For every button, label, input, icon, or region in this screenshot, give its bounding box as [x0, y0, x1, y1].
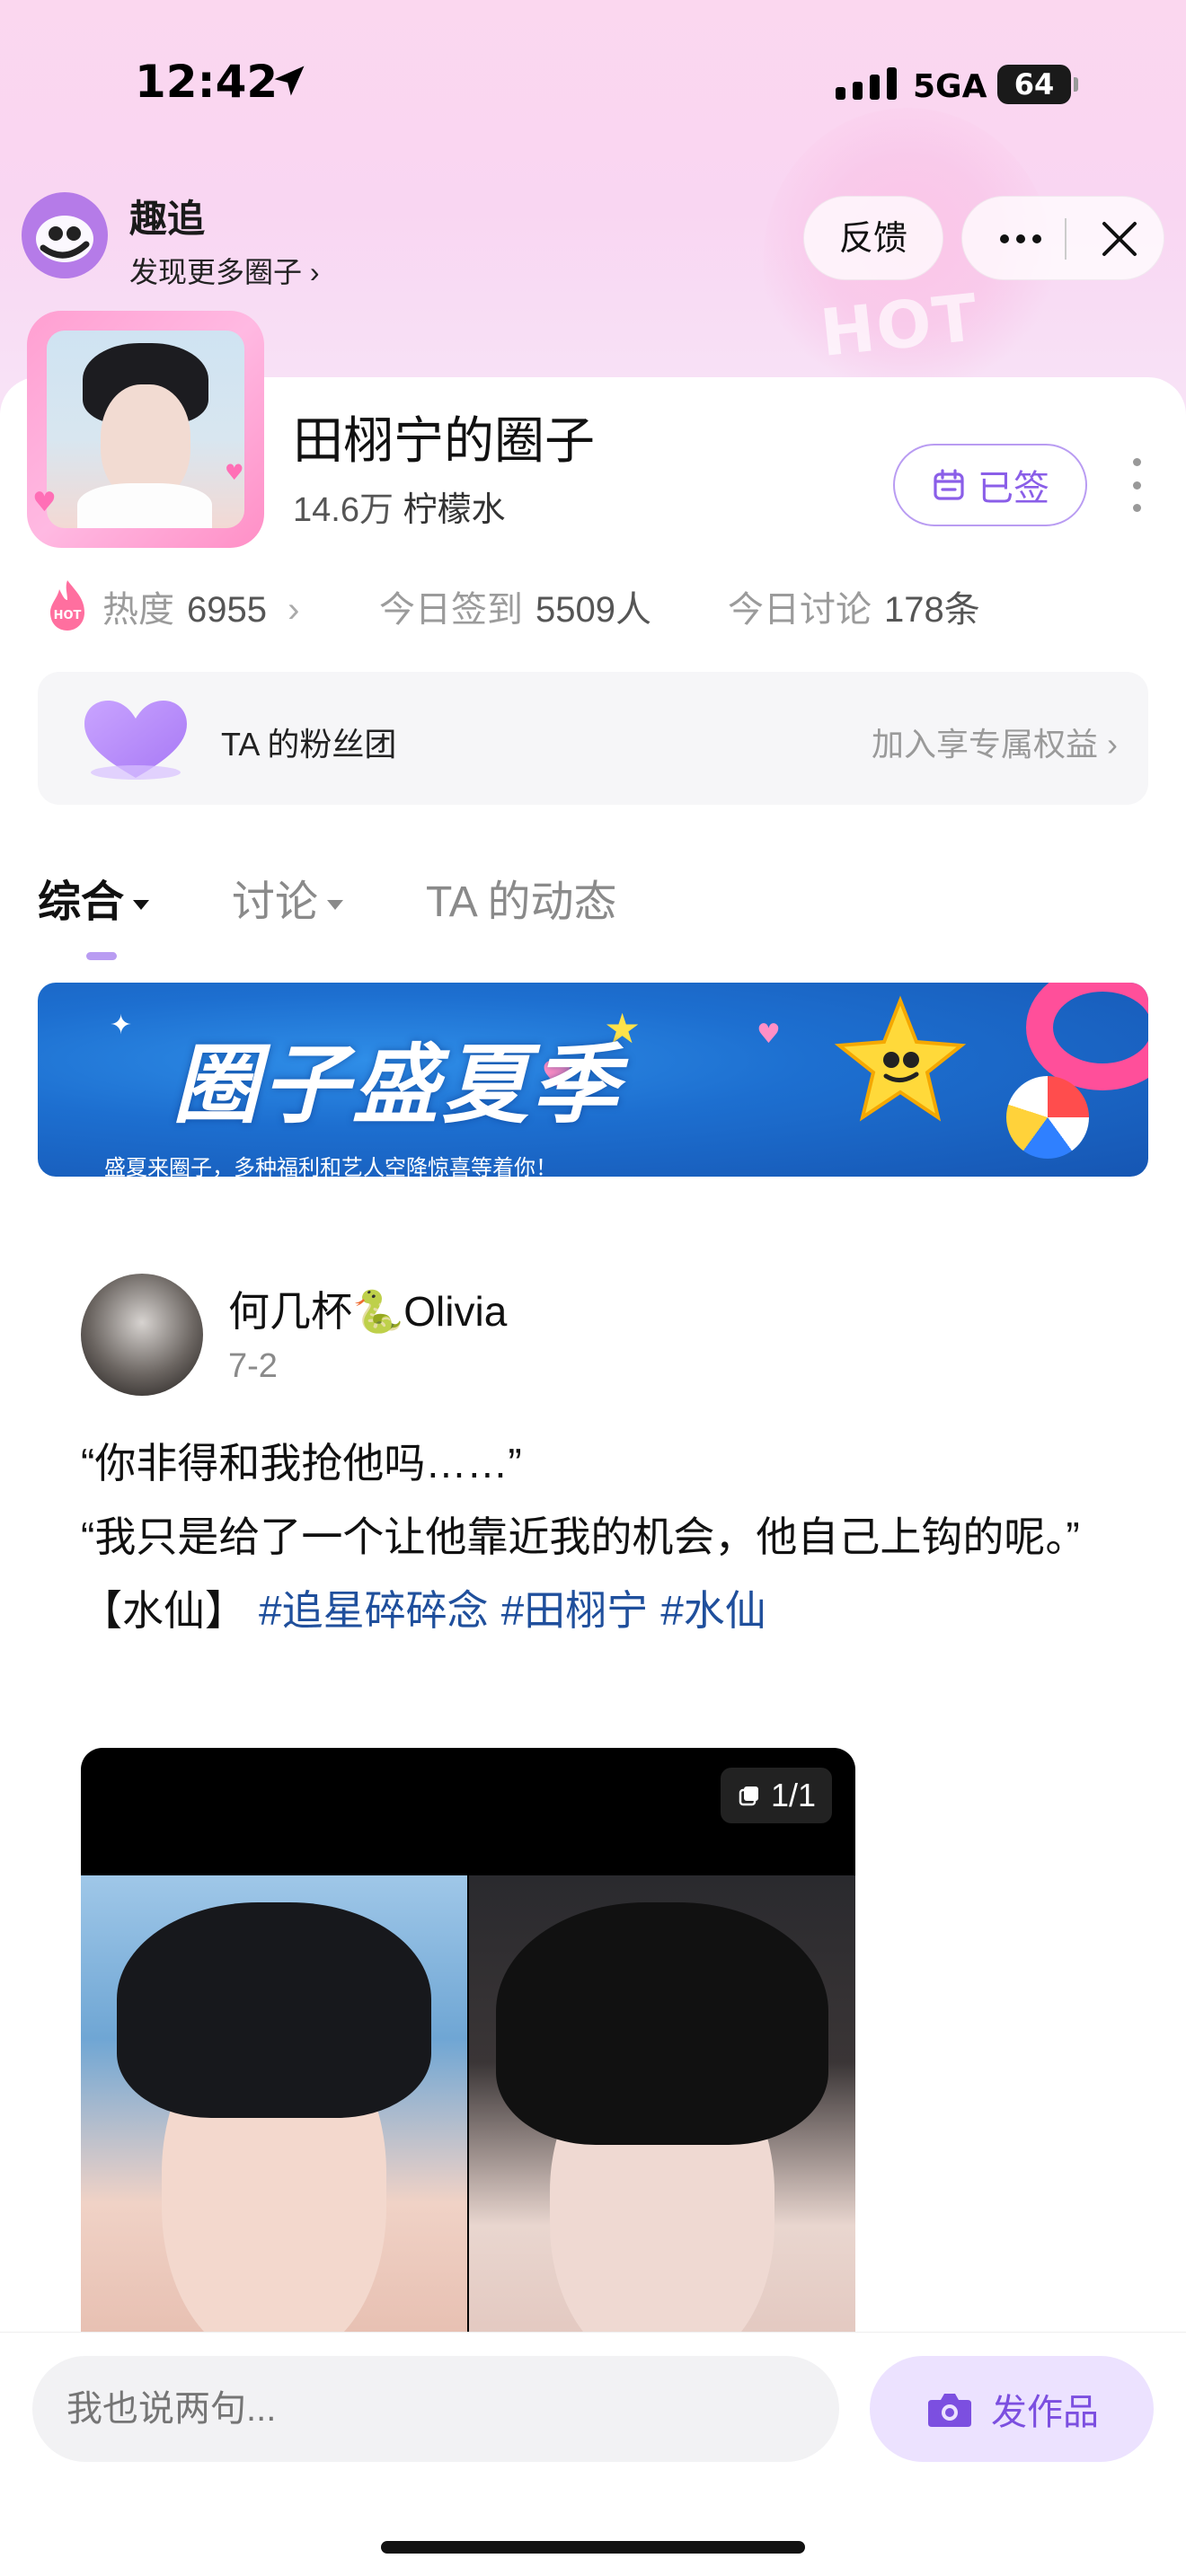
app-name: 趣追: [129, 198, 206, 240]
heart-decoration-icon: ♥: [32, 487, 57, 518]
post-author-avatar[interactable]: [81, 1274, 203, 1396]
chevron-right-icon: ›: [288, 590, 300, 630]
tab-active-indicator: [86, 952, 117, 960]
more-icon[interactable]: [989, 197, 1052, 281]
fanclub-row[interactable]: TA 的粉丝团 加入享专属权益 ›: [38, 672, 1148, 805]
heat-value: 6955: [187, 590, 267, 630]
topic-tag[interactable]: #追星碎碎念: [259, 1587, 489, 1634]
close-icon[interactable]: [1088, 197, 1151, 281]
bottom-action-bar: 发作品: [0, 2332, 1186, 2576]
post-line: “你非得和我抢他吗……”: [81, 1440, 522, 1486]
network-type: 5GA: [913, 68, 987, 105]
fanclub-join-link[interactable]: 加入享专属权益 ›: [872, 719, 1118, 765]
tab-ta-updates[interactable]: TA 的动态: [426, 866, 616, 929]
circle-avatar[interactable]: ♥ ♥: [27, 311, 264, 548]
post-card[interactable]: 何几杯🐍Olivia 7-2 “你非得和我抢他吗……” “我只是给了一个让他靠近…: [32, 1223, 1154, 2391]
publish-work-label: 发作品: [991, 2393, 1099, 2432]
star-icon: ✦: [110, 1010, 133, 1041]
caret-down-icon: [327, 899, 344, 910]
miniapp-capsule: [961, 196, 1164, 280]
camera-icon: [928, 2394, 971, 2427]
heart-decoration-icon: ♥: [225, 460, 244, 485]
location-arrow-icon: [274, 66, 305, 96]
comment-input[interactable]: [32, 2356, 839, 2462]
checkin-value: 5509人: [535, 590, 651, 630]
post-image[interactable]: 1/1: [81, 1748, 855, 2341]
discuss-stat: 今日讨论 178条: [728, 580, 980, 632]
circle-avatar-photo: [47, 331, 244, 528]
banner-subtitle: 盛夏来圈子，多种福利和艺人空降惊喜等着你！: [104, 1156, 557, 1177]
app-logo-icon[interactable]: [22, 192, 108, 278]
capsule-divider: [1065, 218, 1067, 260]
status-time: 12:42: [135, 56, 279, 108]
tab-general[interactable]: 综合: [38, 866, 150, 929]
tab-discussion-label: 讨论: [232, 878, 319, 926]
post-date: 7-2: [228, 1347, 278, 1385]
circle-title: 田栩宁的圈子: [293, 412, 595, 469]
publish-work-button[interactable]: 发作品: [870, 2356, 1154, 2462]
post-prefix: 【水仙】: [81, 1587, 246, 1634]
tab-ta-updates-label: TA 的动态: [426, 878, 617, 926]
status-bar: 12:42 5GA 64: [0, 0, 1186, 171]
caret-down-icon: [133, 899, 150, 910]
signed-button[interactable]: 已签: [893, 444, 1087, 526]
image-counter: 1/1: [720, 1768, 832, 1823]
heat-label: 热度: [102, 590, 174, 630]
post-line: “我只是给了一个让他靠近我的机会，他自己上钩的呢。”: [81, 1513, 1080, 1560]
post-photo-right: [469, 1875, 855, 2341]
topic-tag[interactable]: #水仙: [660, 1587, 766, 1634]
post-tags-line: 【水仙】 #追星碎碎念 #田栩宁 #水仙: [81, 1574, 1114, 1647]
fanclub-label: TA 的粉丝团: [221, 726, 397, 763]
calendar-icon: [934, 469, 964, 500]
cellular-signal-icon: [836, 67, 897, 100]
discover-more-link[interactable]: 发现更多圈子 ›: [129, 250, 320, 291]
post-photo-left: [81, 1875, 467, 2341]
feedback-button[interactable]: 反馈: [803, 196, 943, 280]
home-indicator: [381, 2541, 805, 2554]
checkin-label: 今日签到: [379, 590, 523, 630]
circle-member-unit: 柠檬水: [403, 491, 506, 529]
topic-tag[interactable]: #田栩宁: [501, 1587, 649, 1634]
tab-discussion[interactable]: 讨论: [232, 866, 344, 929]
discuss-label: 今日讨论: [728, 590, 872, 630]
tab-general-label: 综合: [38, 878, 125, 926]
battery-indicator: 64: [997, 65, 1078, 104]
circle-member-info: 14.6万 柠檬水: [293, 481, 506, 531]
svg-text:HOT: HOT: [54, 609, 82, 622]
hot-flame-icon: HOT: [50, 580, 84, 631]
image-counter-text: 1/1: [770, 1777, 816, 1813]
discuss-value: 178条: [884, 590, 980, 630]
heart-icon: ♥: [757, 1019, 781, 1050]
beach-ball-decoration: [1006, 1076, 1089, 1159]
fanclub-heart-icon: [84, 701, 187, 780]
gallery-icon: [739, 1786, 758, 1806]
checkin-stat: 今日签到 5509人: [379, 580, 651, 632]
post-body: “你非得和我抢他吗……” “我只是给了一个让他靠近我的机会，他自己上钩的呢。” …: [81, 1426, 1114, 1647]
circle-member-count: 14.6万: [293, 491, 394, 529]
post-author-name[interactable]: 何几杯🐍Olivia: [228, 1279, 507, 1338]
summer-banner[interactable]: ✦ ★ ♥ ♥ 圈子盛夏季 盛夏来圈子，多种福利和艺人空降惊喜等着你！: [38, 983, 1148, 1177]
mascot-star-icon: [834, 995, 967, 1122]
banner-title: 圈子盛夏季: [173, 1037, 622, 1134]
swim-ring-decoration: [1026, 983, 1148, 1090]
circle-more-icon[interactable]: [1123, 458, 1150, 512]
heat-stat[interactable]: 热度 6955 ›: [102, 580, 299, 632]
signed-button-label: 已签: [978, 469, 1049, 508]
